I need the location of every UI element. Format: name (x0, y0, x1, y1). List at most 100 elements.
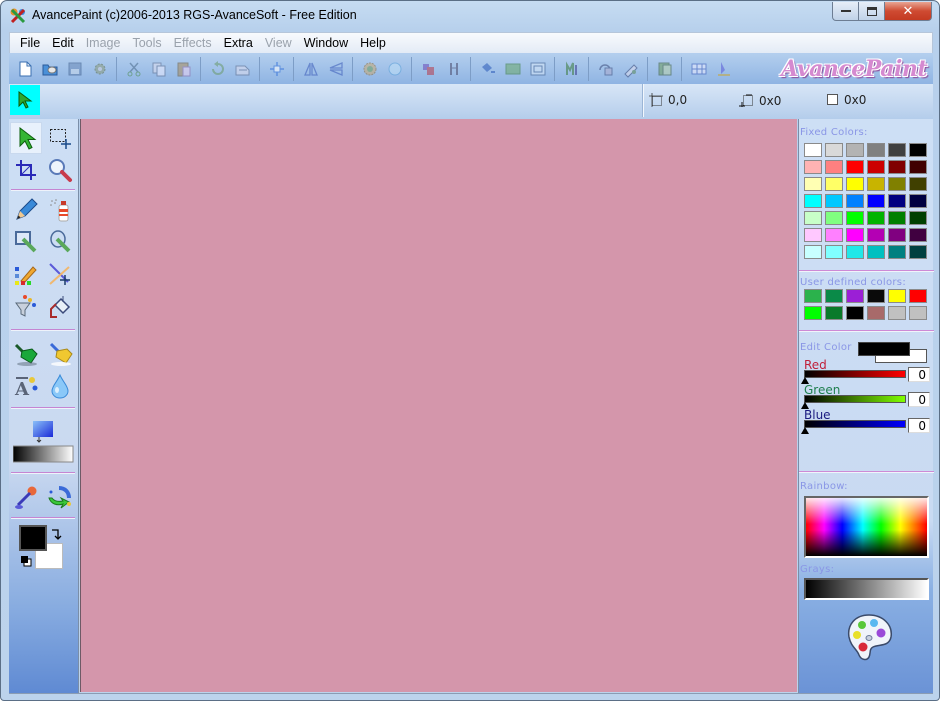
reset-colors-icon[interactable] (20, 555, 32, 567)
fixed-color-swatch[interactable] (825, 211, 843, 225)
user-color-swatch[interactable] (846, 306, 864, 320)
active-tool-indicator[interactable] (10, 85, 40, 115)
menu-file[interactable]: File (14, 33, 46, 53)
user-color-swatch[interactable] (888, 289, 906, 303)
minimize-button[interactable] (832, 2, 859, 21)
gradient-tool[interactable] (12, 417, 75, 463)
fixed-color-swatch[interactable] (867, 194, 885, 208)
fixed-color-swatch[interactable] (825, 245, 843, 259)
ellipse-tool[interactable] (44, 226, 76, 258)
color-selector[interactable] (17, 525, 67, 571)
user-color-swatch[interactable] (804, 306, 822, 320)
fixed-color-swatch[interactable] (867, 228, 885, 242)
user-color-swatch[interactable] (867, 289, 885, 303)
fixed-color-swatch[interactable] (804, 245, 822, 259)
fixed-color-swatch[interactable] (909, 143, 927, 157)
brush-yellow-tool[interactable] (44, 338, 76, 370)
maximize-button[interactable] (859, 2, 885, 21)
undo-button[interactable] (207, 58, 229, 80)
fixed-color-swatch[interactable] (846, 228, 864, 242)
user-color-swatch[interactable] (888, 306, 906, 320)
rotate-button[interactable] (443, 58, 465, 80)
fixed-color-swatch[interactable] (804, 194, 822, 208)
fixed-color-swatch[interactable] (909, 228, 927, 242)
drawing-canvas[interactable] (80, 119, 797, 692)
fixed-color-swatch[interactable] (825, 160, 843, 174)
cut-button[interactable] (123, 58, 145, 80)
menu-effects[interactable]: Effects (168, 33, 218, 53)
flip-vertical-button[interactable] (325, 58, 347, 80)
fixed-color-swatch[interactable] (825, 194, 843, 208)
fixed-color-swatch[interactable] (888, 228, 906, 242)
menu-edit[interactable]: Edit (46, 33, 80, 53)
fixed-color-swatch[interactable] (867, 211, 885, 225)
spray-can-tool[interactable] (44, 194, 76, 226)
close-button[interactable]: ✕ (885, 2, 932, 21)
layers-button[interactable] (654, 58, 676, 80)
fixed-color-swatch[interactable] (888, 143, 906, 157)
line-tool[interactable] (44, 258, 76, 290)
fixed-color-swatch[interactable] (888, 245, 906, 259)
fixed-color-swatch[interactable] (804, 177, 822, 191)
move-button[interactable] (266, 58, 288, 80)
flip-horizontal-button[interactable] (300, 58, 322, 80)
save-file-button[interactable] (64, 58, 86, 80)
color-filter-tool[interactable] (10, 290, 42, 322)
circle-effect-button[interactable] (384, 58, 406, 80)
new-file-button[interactable] (14, 58, 36, 80)
redo-button[interactable] (232, 58, 254, 80)
palette-icon[interactable] (843, 611, 895, 663)
user-color-swatch[interactable] (804, 289, 822, 303)
foreground-color-swatch[interactable] (19, 525, 47, 551)
fixed-color-swatch[interactable] (867, 245, 885, 259)
fixed-color-swatch[interactable] (825, 143, 843, 157)
fixed-color-swatch[interactable] (804, 211, 822, 225)
crop-tool[interactable] (10, 154, 42, 186)
resize-image-button[interactable] (418, 58, 440, 80)
color-pencil-tool[interactable] (10, 258, 42, 290)
menu-view[interactable]: View (259, 33, 298, 53)
blue-value-input[interactable]: 0 (908, 418, 930, 433)
settings-button[interactable] (89, 58, 111, 80)
red-value-input[interactable]: 0 (908, 367, 930, 382)
fixed-color-swatch[interactable] (909, 245, 927, 259)
zoom-tool[interactable] (44, 154, 76, 186)
image-frame-button[interactable] (502, 58, 524, 80)
measure-button[interactable] (713, 58, 735, 80)
user-color-swatch[interactable] (909, 289, 927, 303)
edit-foreground-color[interactable] (858, 342, 910, 356)
fixed-color-swatch[interactable] (846, 160, 864, 174)
adjust-colors-button[interactable] (359, 58, 381, 80)
blue-slider-thumb[interactable] (801, 427, 809, 434)
text-tool[interactable]: A (10, 370, 42, 402)
select-arrow-tool[interactable] (10, 122, 42, 154)
menu-help[interactable]: Help (354, 33, 392, 53)
rectangle-tool[interactable] (10, 226, 42, 258)
brush-green-tool[interactable] (10, 338, 42, 370)
brush-stamp-button[interactable] (620, 58, 642, 80)
user-color-swatch[interactable] (909, 306, 927, 320)
replace-color-tool[interactable] (44, 481, 76, 513)
fixed-color-swatch[interactable] (804, 228, 822, 242)
user-color-swatch[interactable] (846, 289, 864, 303)
fixed-color-swatch[interactable] (888, 160, 906, 174)
fixed-color-swatch[interactable] (909, 160, 927, 174)
fixed-color-swatch[interactable] (888, 211, 906, 225)
paste-button[interactable] (173, 58, 195, 80)
menu-image[interactable]: Image (80, 33, 127, 53)
pencil-tool[interactable] (10, 194, 42, 226)
green-slider[interactable] (804, 395, 906, 403)
fill-tool-button[interactable] (477, 58, 499, 80)
fixed-color-swatch[interactable] (867, 160, 885, 174)
fixed-color-swatch[interactable] (846, 245, 864, 259)
blue-slider[interactable] (804, 420, 906, 428)
fixed-color-swatch[interactable] (909, 211, 927, 225)
menu-extra[interactable]: Extra (218, 33, 259, 53)
menu-tools[interactable]: Tools (126, 33, 167, 53)
fixed-color-swatch[interactable] (846, 211, 864, 225)
fixed-color-swatch[interactable] (888, 194, 906, 208)
rainbow-color-picker[interactable] (804, 496, 929, 558)
fixed-color-swatch[interactable] (846, 143, 864, 157)
fixed-color-swatch[interactable] (888, 177, 906, 191)
rect-select-tool[interactable] (44, 122, 76, 154)
